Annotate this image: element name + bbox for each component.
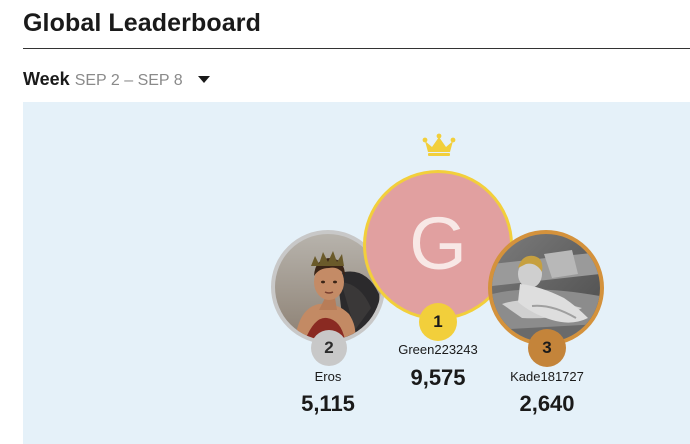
avatar-initial: G [409, 201, 467, 285]
username-rank-1[interactable]: Green223243 [368, 342, 508, 357]
period-selector[interactable]: Week SEP 2 – SEP 8 [23, 69, 210, 90]
score-rank-2: 5,115 [301, 391, 355, 416]
score-rank-3: 2,640 [519, 391, 575, 416]
period-label: Week [23, 69, 70, 89]
avatar-photo-image [492, 234, 600, 342]
rank-badge-2: 2 [311, 330, 347, 366]
rank-badge-3: 3 [528, 329, 566, 367]
rank-badge-1: 1 [419, 303, 457, 341]
crown-icon [422, 133, 456, 156]
score-rank-1: 9,575 [410, 365, 466, 390]
period-date-range: SEP 2 – SEP 8 [74, 72, 183, 89]
page-title: Global Leaderboard [23, 9, 261, 37]
title-divider [23, 48, 690, 49]
chevron-down-icon[interactable] [197, 76, 210, 83]
